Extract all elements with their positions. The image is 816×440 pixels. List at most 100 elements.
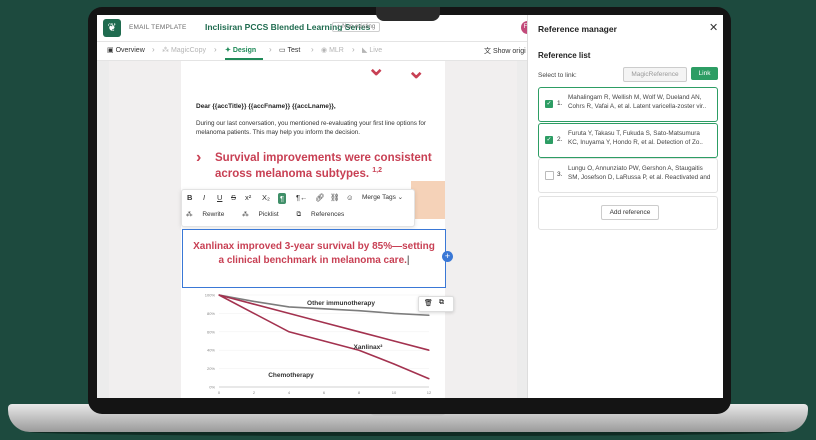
align-button[interactable]: ¶ — [278, 193, 287, 204]
chevron-down-icon: ⌄ — [397, 194, 404, 201]
data-point — [428, 378, 430, 380]
link-icon[interactable]: 🔗︎ — [315, 193, 325, 202]
reference-checkbox[interactable]: ✓ — [545, 100, 553, 108]
tab-test-label: Test — [287, 47, 301, 54]
strikethrough-button[interactable]: S — [231, 193, 236, 202]
tab-design-label: Design — [232, 47, 257, 54]
text-cursor: | — [406, 254, 410, 266]
wand-icon: ⁂ — [162, 47, 169, 54]
reference-checkbox[interactable]: ✓ — [545, 136, 553, 144]
emoji-icon[interactable]: ☺ — [346, 193, 354, 202]
reference-checkbox[interactable] — [545, 171, 554, 180]
reference-text-line-1: Furuta Y, Takasu T, Fukuda S, Sato-Matsu… — [568, 130, 700, 137]
translate-icon: 文 — [484, 48, 491, 55]
reference-item[interactable]: ✓ 2. Furuta Y, Takasu T, Fukuda S, Sato-… — [538, 123, 718, 158]
picklist-button[interactable]: ⁂ Picklist — [242, 211, 287, 218]
shield-icon: ◉ — [321, 47, 328, 54]
rtl-icon[interactable]: ¶← — [296, 193, 308, 202]
x-tick-label: 8 — [358, 390, 361, 395]
series-line — [218, 294, 430, 380]
panel-title: Reference manager — [538, 24, 617, 34]
merge-tags-label: Merge Tags — [362, 194, 396, 201]
tab-magiccopy-label: MagicCopy — [170, 47, 206, 54]
references-icon: ⧉ — [296, 211, 302, 218]
template-label: EMAIL TEMPLATE — [129, 24, 187, 31]
x-tick-label: 6 — [323, 390, 326, 395]
show-original-button[interactable]: 文 Show origi — [484, 46, 526, 56]
series-label: Chemotherapy — [268, 372, 314, 379]
monitor-icon: ▭ — [279, 47, 286, 54]
picklist-label: Picklist — [258, 211, 279, 218]
chevron-right-icon: › — [269, 45, 272, 54]
data-point — [393, 340, 395, 342]
show-original-label: Show origi — [492, 48, 526, 55]
data-point — [358, 331, 360, 333]
select-to-link-label: Select to link: — [538, 72, 577, 79]
reference-item[interactable]: 3. Lungu O, Annunziato PW, Gershon A, St… — [538, 158, 718, 193]
bold-button[interactable]: B — [187, 193, 192, 202]
decorative-image-block — [411, 181, 445, 219]
close-icon[interactable]: ✕ — [709, 21, 718, 34]
tab-test[interactable]: ▭ Test — [279, 46, 300, 54]
rewrite-button[interactable]: ⁂ Rewrite — [186, 211, 232, 218]
tab-mlr-label: MLR — [329, 47, 344, 54]
selected-text[interactable]: Xanlinax improved 3-year survival by 85%… — [183, 240, 445, 267]
copy-icon[interactable]: ⧉ — [439, 299, 444, 307]
status-badge-label: Non existing — [342, 24, 376, 30]
series-label: Other immunotherapy — [307, 300, 375, 307]
data-point — [428, 314, 430, 316]
reference-item[interactable]: ✓ 1. Mahalingam R, Wellish M, Wolf W, Du… — [538, 87, 718, 122]
reference-text-line-1: Lungu O, Annunziato PW, Gershon A, Staug… — [568, 165, 703, 172]
subscript-button[interactable]: X₂ — [262, 193, 270, 202]
x-tick-label: 2 — [253, 390, 256, 395]
reference-list-title: Reference list — [538, 51, 591, 60]
reference-number: 3. — [557, 171, 563, 178]
data-point — [288, 306, 290, 308]
reference-manager-panel: Reference manager ✕ Reference list Selec… — [527, 15, 723, 398]
y-tick-label: 20% — [207, 366, 215, 371]
email-greeting[interactable]: Dear {{accTitle}} {{accFname}} {{accLnam… — [196, 103, 336, 110]
tab-overview[interactable]: ▣ Overview — [107, 46, 145, 54]
data-point — [428, 349, 430, 351]
brush-icon: ✦ — [225, 47, 231, 54]
italic-button[interactable]: I — [203, 193, 205, 202]
camera-notch — [376, 7, 440, 21]
email-body-text[interactable]: During our last conversation, you mentio… — [196, 119, 436, 137]
magic-reference-button[interactable]: MagicReference — [623, 67, 687, 82]
add-reference-button[interactable]: Add reference — [601, 205, 659, 220]
data-point — [253, 303, 255, 305]
top-bar: ❦ EMAIL TEMPLATE Inclisiran PCCS Blended… — [97, 15, 534, 42]
toolbar-actions: ⁂ Rewrite ⁂ Picklist ⧉ References — [186, 210, 360, 219]
y-tick-label: 100% — [205, 293, 216, 298]
unlink-icon[interactable]: ⛓︎ — [330, 193, 340, 202]
x-tick-label: 0 — [218, 390, 221, 395]
data-point — [218, 294, 220, 296]
references-button[interactable]: ⧉ References — [297, 211, 353, 218]
rewrite-label: Rewrite — [202, 211, 225, 218]
tab-mlr[interactable]: ◉ MLR — [321, 46, 344, 54]
chevron-right-icon: › — [311, 45, 314, 54]
references-label: References — [311, 211, 345, 218]
underline-button[interactable]: U — [217, 193, 222, 202]
trash-icon[interactable]: 🗑︎ — [424, 299, 433, 307]
email-canvas: ⌄ ⌄ Dear {{accTitle}} {{accFname}} {{acc… — [109, 55, 517, 398]
link-button[interactable]: Link — [691, 67, 718, 80]
data-point — [323, 308, 325, 310]
tab-magiccopy[interactable]: ⁂ MagicCopy — [162, 46, 206, 54]
tab-design[interactable]: ✦ Design — [225, 46, 256, 54]
x-tick-label: 4 — [288, 390, 291, 395]
email-headline[interactable]: Survival improvements were consistent ac… — [215, 151, 440, 182]
superscript-button[interactable]: x² — [245, 193, 251, 202]
data-point — [393, 363, 395, 365]
chevron-right-icon: › — [352, 45, 355, 54]
tab-live[interactable]: ◣ Live — [362, 46, 382, 54]
chevron-right-icon: › — [152, 45, 155, 54]
y-tick-label: 60% — [207, 329, 215, 334]
selected-text-block[interactable]: Xanlinax improved 3-year survival by 85%… — [182, 229, 446, 288]
y-tick-label: 40% — [207, 348, 215, 353]
y-tick-label: 80% — [207, 311, 215, 316]
merge-tags-dropdown[interactable]: Merge Tags ⌄ — [362, 193, 403, 201]
add-block-button[interactable]: + — [442, 251, 453, 262]
chart-actions-popup: 🗑︎ ⧉ — [418, 296, 454, 312]
app-screen: ❦ EMAIL TEMPLATE Inclisiran PCCS Blended… — [97, 15, 723, 398]
